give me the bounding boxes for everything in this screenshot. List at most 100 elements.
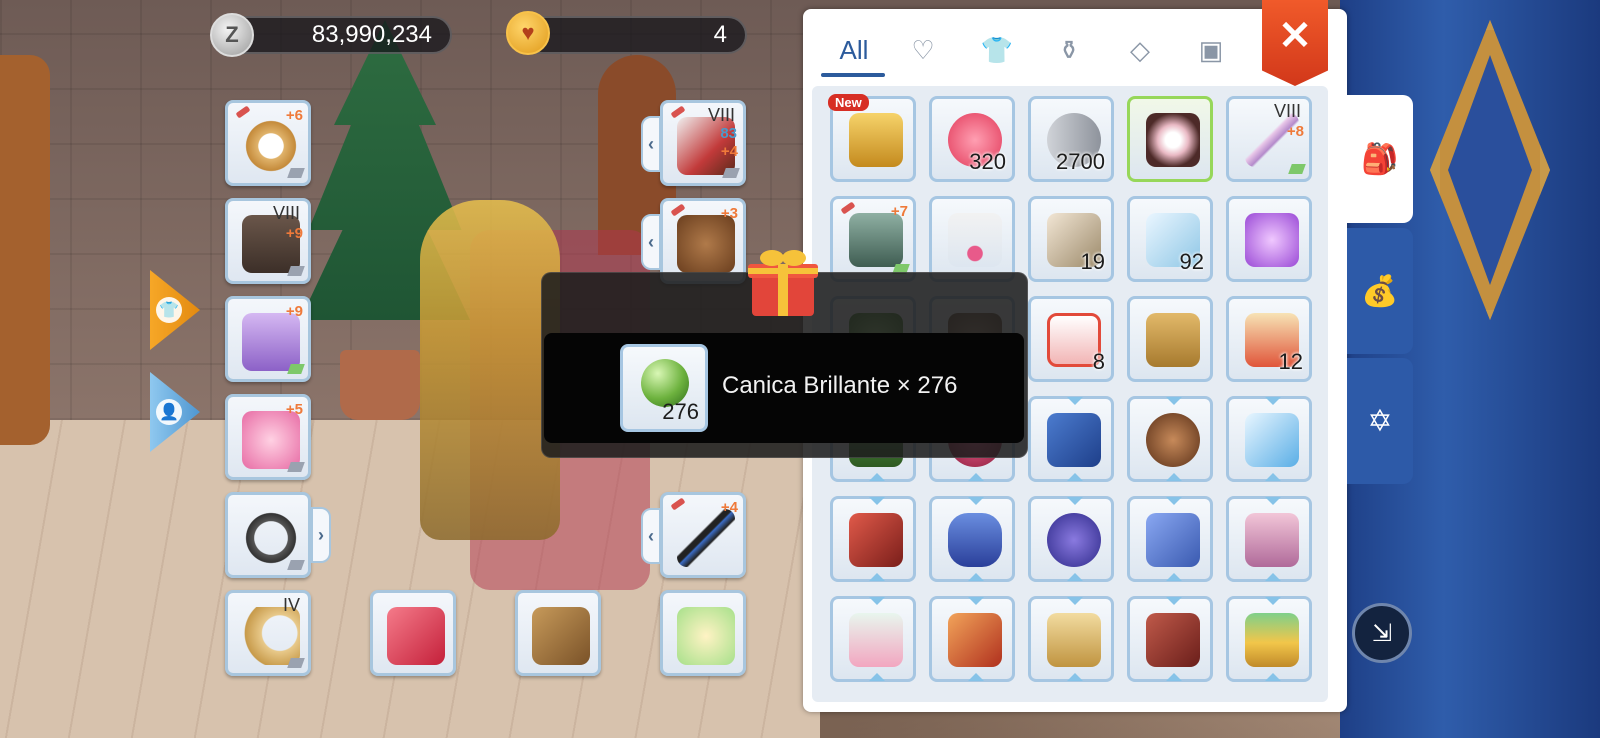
headgear-expand-tab[interactable]: ‹: [641, 214, 661, 270]
inventory-item-orange-card[interactable]: [929, 596, 1015, 682]
equip-slot-armor[interactable]: VIII +9: [225, 198, 311, 284]
inventory-item-backpack[interactable]: [1127, 296, 1213, 382]
popup-item-name: Canica Brillante × 276: [722, 372, 958, 399]
equip-slot-offhand[interactable]: +4: [660, 492, 746, 578]
inventory-item-ice-chest[interactable]: [1226, 396, 1312, 482]
pin-icon: [840, 201, 856, 215]
equip-slot-accessory-2[interactable]: IV: [225, 590, 311, 676]
minimize-icon: ⇲: [1371, 619, 1393, 647]
person-icon: 👤: [156, 399, 182, 425]
hexagram-tab[interactable]: ✡: [1347, 358, 1413, 484]
inventory-item-angel-wing[interactable]: 92: [1127, 196, 1213, 282]
card-slot-icon: [287, 266, 305, 276]
inventory-item-pink-box[interactable]: [830, 596, 916, 682]
inventory-item-blue-scroll[interactable]: [929, 496, 1015, 582]
inventory-item-pink-backpack[interactable]: [1226, 496, 1312, 582]
cape-icon: [242, 313, 300, 371]
chest-icon: [849, 113, 903, 167]
necklace-icon: [948, 213, 1002, 267]
inventory-item-bullet[interactable]: 2700: [1028, 96, 1114, 182]
equip-slot-cart[interactable]: [515, 590, 601, 676]
equip-slot-shoes[interactable]: +5: [225, 394, 311, 480]
fairy-icon: [677, 607, 735, 665]
inventory-item-flower-card[interactable]: [1127, 96, 1213, 182]
cat-coin-icon: ♥: [506, 11, 550, 55]
scroll-icon: [948, 513, 1002, 567]
inventory-item-red-journal[interactable]: [1127, 596, 1213, 682]
zeny-bag-icon: 💰: [1361, 274, 1399, 308]
backpack-icon: 🎒: [1361, 142, 1399, 176]
card-slot-icon: [287, 168, 305, 178]
inventory-item-butterfly-wing[interactable]: 19: [1028, 196, 1114, 282]
inventory-item-hooded-cloak[interactable]: +7: [830, 196, 916, 282]
orange-card-icon: [948, 613, 1002, 667]
inventory-item-red-book[interactable]: [830, 496, 916, 582]
star-box-icon: [1047, 513, 1101, 567]
close-button[interactable]: ✕: [1262, 0, 1328, 86]
journal-icon: [1146, 613, 1200, 667]
pink-box-icon: [849, 613, 903, 667]
inventory-item-food-box[interactable]: 12: [1226, 296, 1312, 382]
equip-slot-pet[interactable]: [660, 590, 746, 676]
background-floor: [0, 420, 820, 738]
ice-chest-icon: [1245, 413, 1299, 467]
offhand-expand-tab[interactable]: ‹: [641, 508, 661, 564]
katana-icon: [677, 509, 735, 567]
player-character: [420, 200, 560, 540]
ring-icon: [242, 117, 300, 175]
zeny-counter: 83,990,234: [220, 16, 452, 54]
thorn-ring-icon: [242, 509, 300, 567]
bag-tab[interactable]: 🎒: [1347, 95, 1413, 223]
inventory-item-pink-potion[interactable]: 320: [929, 96, 1015, 182]
cloak-icon: [849, 213, 903, 267]
hexagram-icon: ✡: [1367, 404, 1393, 438]
tab-all[interactable]: All: [823, 27, 885, 73]
equip-slot-garment[interactable]: +9: [225, 296, 311, 382]
inventory-item-cat-paw-bag[interactable]: [1127, 396, 1213, 482]
cat-coin-value: 4: [713, 21, 727, 48]
equip-slot-ring[interactable]: +6: [225, 100, 311, 186]
inventory-item-golden-crown[interactable]: [1028, 596, 1114, 682]
purple-butterfly-icon: [1245, 213, 1299, 267]
flower-card-icon: [1146, 113, 1200, 167]
heart-icon[interactable]: ♡: [899, 27, 947, 73]
card-slot-icon: [287, 364, 305, 374]
minimize-button[interactable]: ⇲: [1352, 603, 1412, 663]
gift-box-icon: [748, 250, 818, 316]
background-pot: [340, 350, 420, 420]
card-icon[interactable]: ▣: [1187, 27, 1235, 73]
slippers-icon: [242, 411, 300, 469]
zeny-value: 83,990,234: [311, 21, 432, 48]
cart-icon: [532, 607, 590, 665]
weapon-expand-tab[interactable]: ‹: [641, 116, 661, 172]
inventory-item-purple-butterfly[interactable]: [1226, 196, 1312, 282]
card-slot-icon: [287, 658, 305, 668]
background-clock: [0, 55, 50, 445]
inventory-item-star-box[interactable]: [1028, 496, 1114, 582]
armor-icon[interactable]: 👕: [973, 27, 1021, 73]
inventory-item-first-aid-kit[interactable]: 8: [1028, 296, 1114, 382]
inventory-item-sword[interactable]: VIII +8: [1226, 96, 1312, 182]
equip-slot-accessory-1[interactable]: [225, 492, 311, 578]
zeny-bag-tab[interactable]: 💰: [1347, 228, 1413, 354]
gem-icon[interactable]: ◇: [1116, 27, 1164, 73]
shirt-icon: 👕: [156, 297, 182, 323]
red-book-icon: [849, 513, 903, 567]
card-slot-icon: [287, 462, 305, 472]
paw-bag-icon: [1146, 413, 1200, 467]
inventory-item-blueprint[interactable]: [1127, 496, 1213, 582]
popup-item-slot: 276: [620, 344, 708, 432]
inventory-item-necklace[interactable]: [929, 196, 1015, 282]
card-slot-icon: [1288, 164, 1306, 174]
inventory-item-blue-book[interactable]: [1028, 396, 1114, 482]
inventory-item-golden-chest[interactable]: New: [828, 94, 916, 182]
equip-slot-mount[interactable]: [370, 590, 456, 676]
potion-icon[interactable]: ⚱: [1045, 27, 1093, 73]
equip-slot-weapon[interactable]: VIII 83 +4: [660, 100, 746, 186]
inventory-item-mystery-box[interactable]: [1226, 596, 1312, 682]
accessory-expand-tab[interactable]: ›: [311, 507, 331, 563]
card-slot-icon: [722, 168, 740, 178]
active-tab-indicator: [821, 73, 885, 77]
blueprint-icon: [1146, 513, 1200, 567]
crown-icon: [1047, 613, 1101, 667]
